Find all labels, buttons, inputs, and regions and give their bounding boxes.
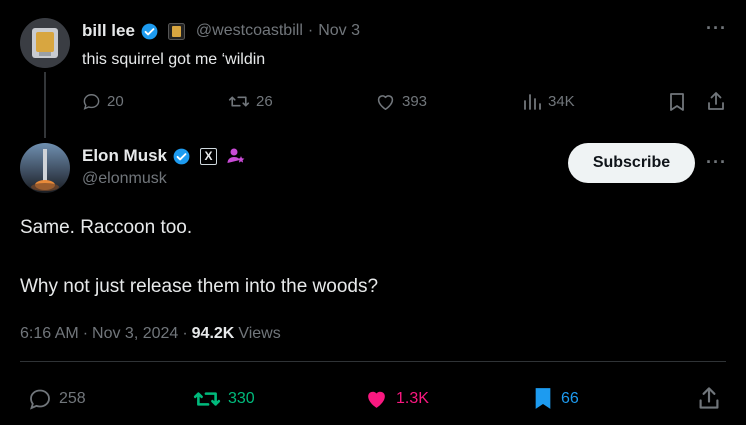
main-more-button[interactable]: ··· xyxy=(706,152,727,173)
reply-icon xyxy=(28,387,52,411)
bookmark-icon xyxy=(532,386,554,411)
quoted-views-count: 34K xyxy=(548,93,575,110)
reply-icon xyxy=(82,92,101,111)
elon-musk-avatar[interactable] xyxy=(20,143,70,193)
verified-badge-icon xyxy=(140,22,159,41)
quoted-repost-button[interactable]: 26 xyxy=(228,92,273,111)
meta-separator: · xyxy=(82,325,89,342)
meta-separator: · xyxy=(182,325,188,342)
bookmark-icon xyxy=(668,92,686,112)
like-count: 1.3K xyxy=(396,389,429,407)
quoted-like-button[interactable]: 393 xyxy=(375,92,427,111)
quoted-reply-count: 20 xyxy=(107,93,124,110)
bookmark-count: 66 xyxy=(561,389,579,407)
quoted-display-name[interactable]: bill lee xyxy=(82,21,135,41)
subscribe-button[interactable]: Subscribe xyxy=(568,143,695,183)
main-tweet-author: Elon Musk X xyxy=(82,145,246,167)
quoted-bookmark-button[interactable] xyxy=(668,92,686,112)
main-tweet-meta: 6:16 AM · Nov 3, 2024 · 94.2K Views xyxy=(20,325,281,343)
x-affiliation-icon[interactable]: X xyxy=(200,147,218,165)
verified-badge-icon xyxy=(172,147,191,166)
quoted-like-count: 393 xyxy=(402,93,428,110)
like-icon xyxy=(364,387,389,410)
reply-count: 258 xyxy=(59,390,86,407)
views-icon xyxy=(522,92,542,111)
reply-button[interactable]: 258 xyxy=(28,387,86,411)
quoted-tweet-header: bill lee @westcoastbill · Nov 3 xyxy=(82,20,360,42)
quoted-repost-count: 26 xyxy=(256,93,273,110)
quoted-reply-button[interactable]: 20 xyxy=(82,92,124,111)
like-icon xyxy=(375,92,396,111)
like-button[interactable]: 1.3K xyxy=(364,387,429,410)
repost-count: 330 xyxy=(228,390,255,407)
repost-icon xyxy=(193,387,221,411)
views-label: Views xyxy=(238,325,281,342)
views-count: 94.2K xyxy=(191,325,235,342)
share-icon xyxy=(697,386,721,410)
main-display-name[interactable]: Elon Musk xyxy=(82,146,167,166)
gold-badge-icon xyxy=(167,22,185,40)
quoted-separator: · xyxy=(307,22,314,39)
tweet-time[interactable]: 6:16 AM xyxy=(20,325,79,343)
more-icon: ··· xyxy=(706,18,727,38)
tweet-date[interactable]: Nov 3, 2024 xyxy=(92,325,178,343)
action-bar-divider xyxy=(20,361,726,362)
quoted-views-button[interactable]: 34K xyxy=(522,92,575,111)
share-icon xyxy=(706,91,726,111)
main-handle[interactable]: @elonmusk xyxy=(82,170,167,188)
repost-icon xyxy=(228,92,250,111)
profile-badge-icon xyxy=(226,146,246,166)
thread-connector-line xyxy=(44,72,46,138)
quoted-share-button[interactable] xyxy=(706,91,726,111)
quoted-tweet-text: this squirrel got me ‘wildin xyxy=(82,51,266,68)
quoted-handle[interactable]: @westcoastbill xyxy=(196,22,303,40)
bookmark-button[interactable]: 66 xyxy=(532,386,579,411)
main-tweet-text-line2: Why not just release them into the woods… xyxy=(20,276,379,297)
main-tweet-text-line1: Same. Raccoon too. xyxy=(20,217,193,238)
repost-button[interactable]: 330 xyxy=(193,387,255,411)
more-icon: ··· xyxy=(706,152,727,172)
share-button[interactable] xyxy=(697,386,721,410)
quoted-date[interactable]: Nov 3 xyxy=(318,22,360,40)
quoted-more-button[interactable]: ··· xyxy=(706,18,727,39)
bill-lee-avatar[interactable] xyxy=(20,18,70,68)
